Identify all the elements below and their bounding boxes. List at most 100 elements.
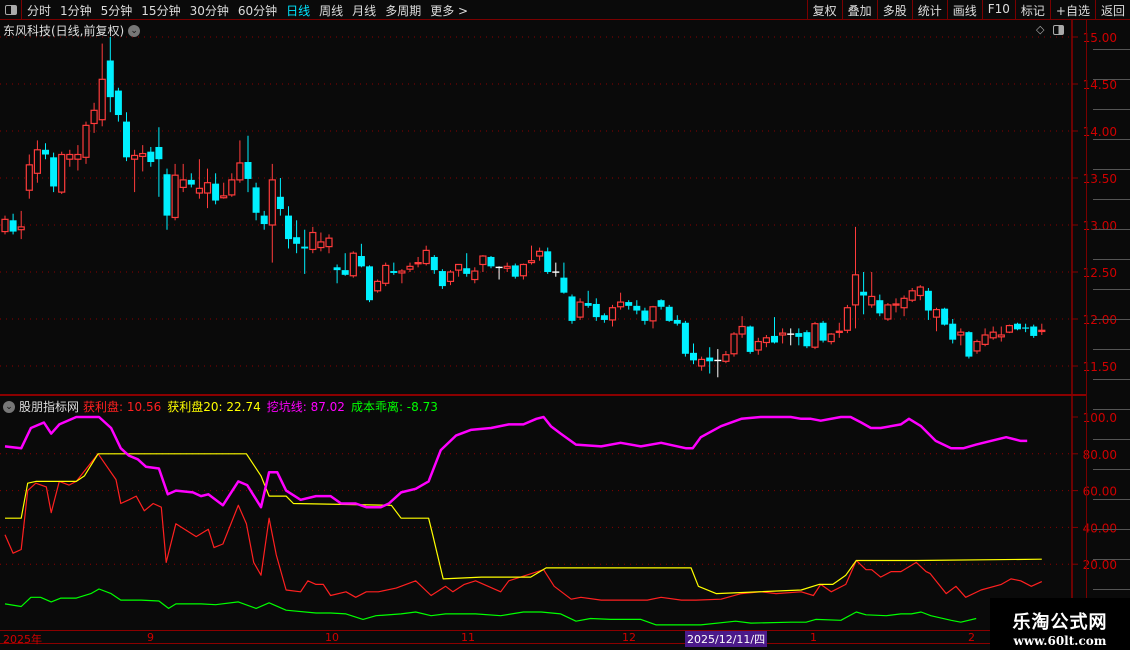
candle-up (66, 153, 74, 160)
candle-up (406, 265, 414, 270)
candle-down (584, 303, 592, 306)
date-tick-label: 9 (147, 631, 154, 644)
candle-up (325, 237, 333, 248)
side-panel-row[interactable] (1093, 290, 1130, 320)
indicator-menu-icon[interactable]: ⌄ (3, 400, 15, 413)
candle-up (268, 179, 276, 226)
side-panel-row[interactable] (1093, 440, 1130, 470)
candle-down (9, 220, 17, 232)
legend-item: 获利盘20: 22.74 (167, 400, 261, 414)
candle-down (965, 332, 973, 357)
candle-down (876, 300, 884, 314)
indicator-legend: 获利盘: 10.56 获利盘20: 22.74 挖坑线: 87.02 成本乖离: -8… (83, 398, 438, 415)
candle-up (382, 264, 390, 284)
date-axis: 2025年 9 10 11 12 1 2 2025/12/11/四 (0, 630, 1072, 647)
candle-up (479, 255, 487, 266)
candle-up (527, 260, 536, 264)
candle-up (74, 153, 82, 160)
side-panel-row[interactable] (1093, 410, 1130, 440)
side-panel-row[interactable] (1093, 260, 1130, 290)
legend-item: 获利盘: 10.56 (83, 400, 162, 414)
candle-down (560, 277, 568, 293)
candle-up (754, 340, 762, 351)
candle-down (106, 60, 114, 98)
candle-up (811, 323, 819, 348)
side-panel-row[interactable] (1093, 110, 1130, 140)
candle-down (341, 270, 349, 275)
candle-up (98, 78, 106, 121)
candle-up (973, 340, 981, 352)
candle-up (17, 226, 25, 231)
candle-down (803, 332, 811, 347)
candle-up (892, 303, 900, 306)
candle-up (131, 154, 139, 160)
candle-down (665, 306, 673, 321)
side-panel-row[interactable] (1093, 20, 1130, 50)
candle-down (147, 151, 155, 163)
candle-up (455, 263, 463, 271)
candle-up (535, 250, 544, 257)
candle-down (625, 302, 633, 306)
candle-down (690, 352, 697, 361)
side-panel-row[interactable] (1093, 230, 1130, 260)
candle-down (50, 157, 58, 187)
candle-down (941, 308, 949, 325)
stock-chart[interactable]: 15.0014.5014.0013.5013.0012.5012.0011.50… (0, 0, 1130, 650)
candle-down (633, 305, 641, 311)
legend-item: 挖坑线: 87.02 (266, 400, 345, 414)
indicator-header: ⌄ 股朋指标网 获利盘: 10.56 获利盘20: 22.74 挖坑线: 87.02… (3, 398, 438, 415)
candle-doji (495, 266, 503, 269)
candle-down (657, 300, 665, 307)
date-tick-label: 11 (461, 631, 475, 644)
candle-up (228, 179, 236, 196)
candle-doji (552, 271, 560, 273)
candle-up (884, 304, 892, 320)
side-panel-row[interactable] (1093, 320, 1130, 350)
candle-down (860, 291, 868, 296)
candle-down (544, 251, 552, 272)
watermark-title: 乐淘公式网 (1012, 612, 1108, 633)
line-cost-deviation (4, 588, 977, 626)
side-panel-row[interactable] (1093, 50, 1130, 80)
candle-up (471, 270, 479, 281)
candle-up (317, 241, 325, 249)
side-info-panel[interactable] (1086, 20, 1130, 650)
candle-down (390, 271, 398, 273)
candle-down (430, 256, 438, 271)
side-panel-row[interactable] (1093, 470, 1130, 500)
side-panel-row[interactable] (1093, 380, 1130, 410)
candle-up (738, 325, 746, 335)
side-panel-row[interactable] (1093, 140, 1130, 170)
side-panel-row[interactable] (1093, 530, 1130, 560)
candle-up (503, 265, 511, 269)
candle-up (58, 153, 66, 193)
candle-down (1030, 326, 1038, 336)
indicator-name: 股朋指标网 (19, 400, 80, 414)
candle-up (608, 307, 617, 321)
side-panel-row[interactable] (1093, 170, 1130, 200)
side-panel-row[interactable] (1093, 350, 1130, 380)
candle-up (309, 231, 317, 251)
candle-up (697, 358, 706, 367)
candle-down (293, 237, 301, 244)
candle-down (511, 265, 519, 277)
candle-down (357, 256, 365, 267)
side-panel-row[interactable] (1093, 200, 1130, 230)
candle-up (398, 270, 406, 274)
date-tick-label: 1 (810, 631, 817, 644)
candle-up (422, 249, 430, 265)
candle-down (600, 315, 608, 320)
candle-down (746, 326, 754, 352)
legend-item: 成本乖离: -8.73 (350, 400, 438, 414)
candle-down (706, 357, 714, 362)
candle-down (163, 174, 171, 216)
side-panel-row[interactable] (1093, 80, 1130, 110)
candle-up (722, 354, 730, 362)
side-panel-row[interactable] (1093, 560, 1130, 590)
side-panel-row[interactable] (1093, 500, 1130, 530)
candle-down (795, 333, 803, 337)
candle-up (843, 307, 852, 331)
candle-up (236, 162, 244, 181)
candle-down (366, 266, 373, 301)
candle-up (835, 330, 843, 334)
